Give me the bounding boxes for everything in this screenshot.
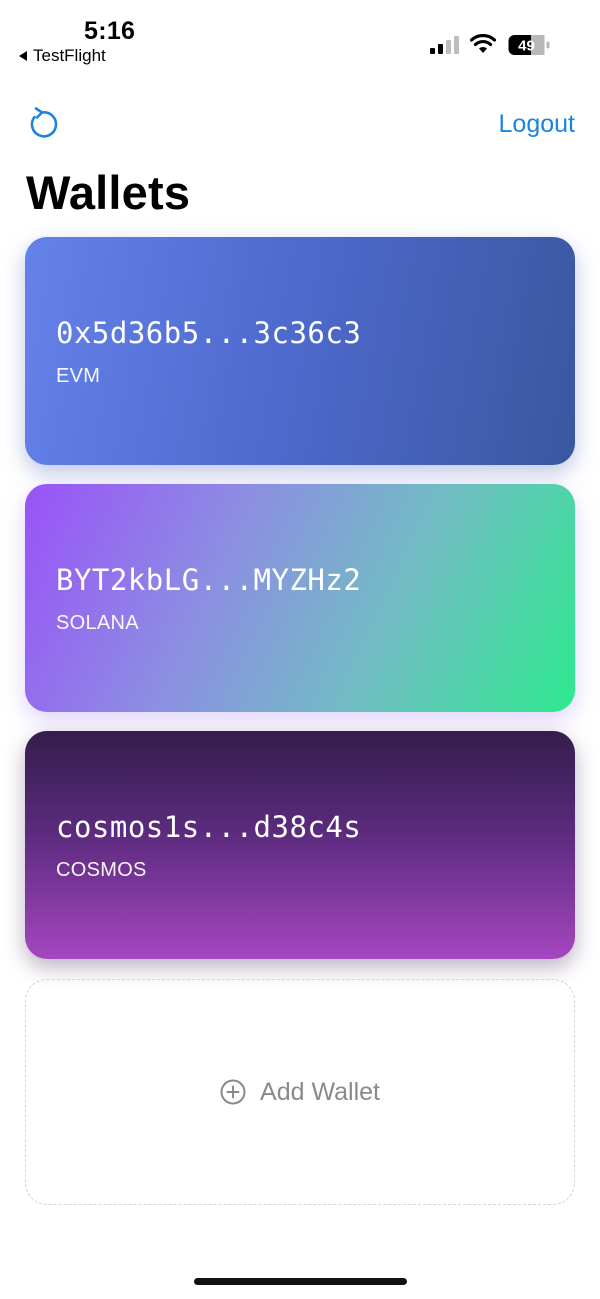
plus-circle-icon bbox=[220, 1079, 246, 1105]
wallet-card-cosmos[interactable]: cosmos1s...d38c4s COSMOS bbox=[25, 731, 575, 959]
back-arrow-icon bbox=[19, 51, 27, 61]
battery-icon: 49 bbox=[508, 35, 550, 55]
home-indicator[interactable] bbox=[194, 1278, 407, 1285]
back-to-app-link[interactable]: TestFlight bbox=[19, 46, 106, 66]
add-wallet-button[interactable]: Add Wallet bbox=[25, 979, 575, 1205]
wifi-icon bbox=[470, 34, 496, 53]
logout-button[interactable]: Logout bbox=[499, 110, 575, 139]
add-wallet-label: Add Wallet bbox=[260, 1077, 380, 1106]
cellular-signal-icon bbox=[430, 36, 459, 54]
page-title: Wallets bbox=[26, 166, 191, 219]
wallet-chain: COSMOS bbox=[56, 859, 147, 881]
wallet-card-evm[interactable]: 0x5d36b5...3c36c3 EVM bbox=[25, 237, 575, 465]
status-time: 5:16 bbox=[84, 17, 136, 45]
back-app-label: TestFlight bbox=[33, 46, 106, 65]
wallet-chain: SOLANA bbox=[56, 612, 139, 634]
wallet-card-solana[interactable]: BYT2kbLG...MYZHz2 SOLANA bbox=[25, 484, 575, 712]
wallet-chain: EVM bbox=[56, 365, 101, 387]
refresh-icon[interactable] bbox=[24, 106, 60, 142]
wallet-address: cosmos1s...d38c4s bbox=[56, 810, 362, 844]
wallet-address: BYT2kbLG...MYZHz2 bbox=[56, 563, 362, 597]
battery-level: 49 bbox=[518, 38, 535, 55]
wallet-address: 0x5d36b5...3c36c3 bbox=[56, 316, 362, 350]
